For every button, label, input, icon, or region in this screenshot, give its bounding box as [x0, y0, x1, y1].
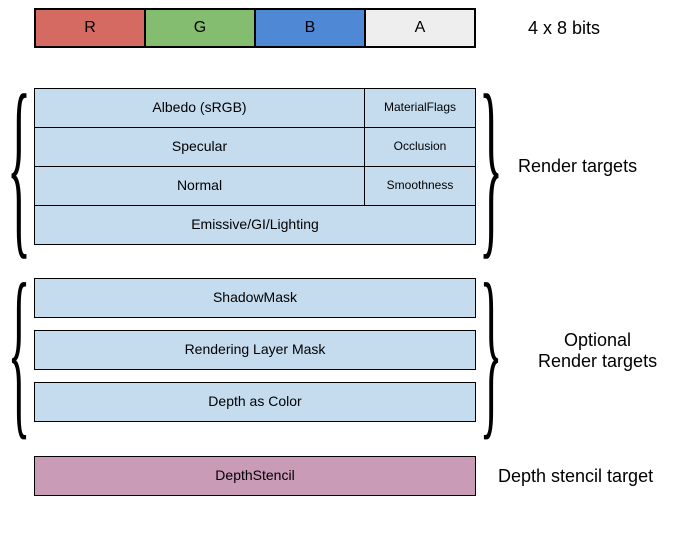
rt-row-0-rgb: Albedo (sRGB) — [34, 88, 365, 128]
rt-row-1-rgb: Specular — [34, 127, 365, 167]
rt-row-1-a: Occlusion — [364, 127, 476, 167]
channel-g: G — [144, 8, 256, 48]
brace-left-rt: { — [15, 78, 23, 253]
rt-row-2-a: Smoothness — [364, 166, 476, 206]
channel-r: R — [34, 8, 146, 48]
brace-right-rt: } — [487, 78, 495, 253]
render-targets-label: Render targets — [518, 156, 637, 177]
opt-row-0: ShadowMask — [34, 278, 476, 318]
opt-row-1: Rendering Layer Mask — [34, 330, 476, 370]
depth-stencil-row: DepthStencil — [34, 456, 476, 496]
channel-b: B — [254, 8, 366, 48]
channel-a: A — [364, 8, 476, 48]
rt-row-2-rgb: Normal — [34, 166, 365, 206]
rt-row-3-full: Emissive/GI/Lighting — [34, 205, 476, 245]
brace-right-opt: } — [487, 268, 495, 433]
depth-stencil-label: Depth stencil target — [498, 466, 653, 487]
brace-left-opt: { — [15, 268, 23, 433]
opt-row-2: Depth as Color — [34, 382, 476, 422]
rt-row-0-a: MaterialFlags — [364, 88, 476, 128]
optional-targets-label: Optional Render targets — [538, 330, 657, 372]
header-label: 4 x 8 bits — [528, 18, 600, 39]
